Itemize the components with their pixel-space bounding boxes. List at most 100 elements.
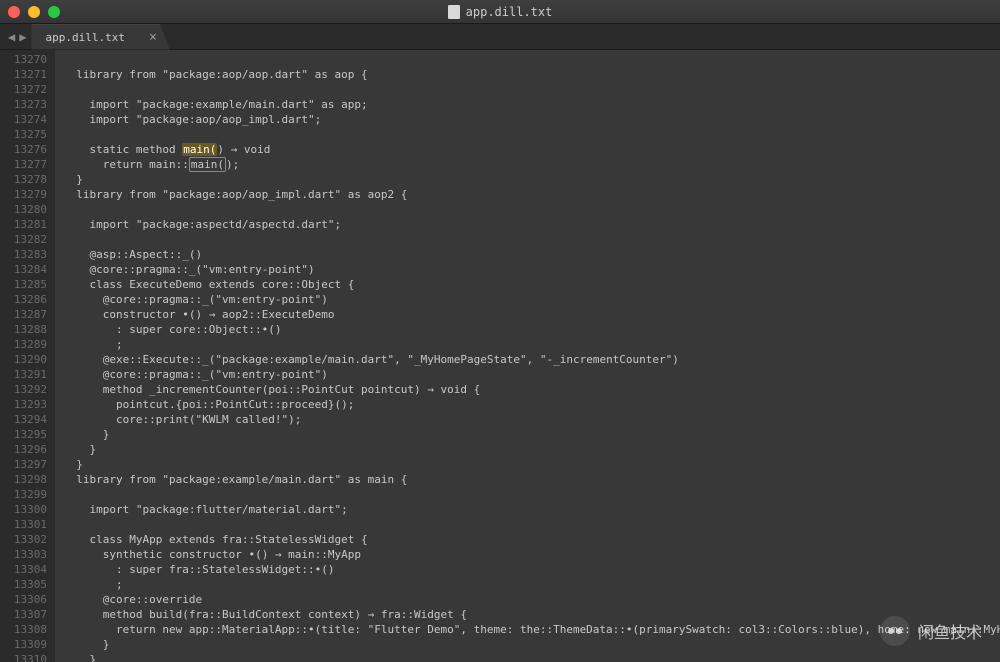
- code-line[interactable]: constructor •() → aop2::ExecuteDemo: [63, 307, 1000, 322]
- editor-viewport[interactable]: 1327013271132721327313274132751327613277…: [0, 50, 1000, 662]
- line-number: 13284: [0, 262, 47, 277]
- line-number: 13309: [0, 637, 47, 652]
- code-line[interactable]: }: [63, 172, 1000, 187]
- line-number: 13301: [0, 517, 47, 532]
- search-match: main(: [189, 157, 226, 172]
- line-number: 13299: [0, 487, 47, 502]
- line-number: 13307: [0, 607, 47, 622]
- code-area[interactable]: library from "package:aop/aop.dart" as a…: [55, 50, 1000, 662]
- code-line[interactable]: static method main() → void: [63, 142, 1000, 157]
- line-number: 13304: [0, 562, 47, 577]
- code-line[interactable]: }: [63, 442, 1000, 457]
- code-line[interactable]: }: [63, 427, 1000, 442]
- line-number: 13282: [0, 232, 47, 247]
- line-number: 13277: [0, 157, 47, 172]
- line-number: 13275: [0, 127, 47, 142]
- code-line[interactable]: [63, 52, 1000, 67]
- line-number: 13272: [0, 82, 47, 97]
- tab-bar: ◀ ▶ app.dill.txt ×: [0, 24, 1000, 50]
- code-line[interactable]: library from "package:aop/aop_impl.dart"…: [63, 187, 1000, 202]
- tab-label: app.dill.txt: [45, 31, 124, 44]
- line-number: 13292: [0, 382, 47, 397]
- window-titlebar: app.dill.txt: [0, 0, 1000, 24]
- code-line[interactable]: class ExecuteDemo extends core::Object {: [63, 277, 1000, 292]
- code-line[interactable]: @asp::Aspect::_(): [63, 247, 1000, 262]
- line-number: 13271: [0, 67, 47, 82]
- traffic-lights: [8, 6, 60, 18]
- nav-forward-button[interactable]: ▶: [19, 30, 26, 44]
- line-number: 13285: [0, 277, 47, 292]
- zoom-window-button[interactable]: [48, 6, 60, 18]
- line-number: 13306: [0, 592, 47, 607]
- code-line[interactable]: @core::pragma::_("vm:entry-point"): [63, 292, 1000, 307]
- code-line[interactable]: import "package:example/main.dart" as ap…: [63, 97, 1000, 112]
- code-line[interactable]: @exe::Execute::_("package:example/main.d…: [63, 352, 1000, 367]
- code-line[interactable]: [63, 517, 1000, 532]
- code-line[interactable]: method _incrementCounter(poi::PointCut p…: [63, 382, 1000, 397]
- code-line[interactable]: ;: [63, 577, 1000, 592]
- code-line[interactable]: [63, 202, 1000, 217]
- search-highlight: main(: [182, 143, 217, 156]
- code-line[interactable]: return new app::MaterialApp::•(title: "F…: [63, 622, 1000, 637]
- line-number: 13296: [0, 442, 47, 457]
- tab-active[interactable]: app.dill.txt ×: [31, 24, 169, 50]
- line-number: 13305: [0, 577, 47, 592]
- line-number: 13288: [0, 322, 47, 337]
- code-line[interactable]: @core::pragma::_("vm:entry-point"): [63, 262, 1000, 277]
- code-line[interactable]: }: [63, 652, 1000, 662]
- code-line[interactable]: synthetic constructor •() → main::MyApp: [63, 547, 1000, 562]
- nav-back-button[interactable]: ◀: [8, 30, 15, 44]
- code-line[interactable]: [63, 82, 1000, 97]
- line-number: 13298: [0, 472, 47, 487]
- code-line[interactable]: }: [63, 637, 1000, 652]
- code-line[interactable]: : super fra::StatelessWidget::•(): [63, 562, 1000, 577]
- line-number: 13283: [0, 247, 47, 262]
- window-title-text: app.dill.txt: [466, 5, 553, 19]
- code-line[interactable]: ;: [63, 337, 1000, 352]
- code-line[interactable]: library from "package:example/main.dart"…: [63, 472, 1000, 487]
- close-window-button[interactable]: [8, 6, 20, 18]
- line-number: 13293: [0, 397, 47, 412]
- line-number: 13274: [0, 112, 47, 127]
- line-number: 13280: [0, 202, 47, 217]
- line-number: 13310: [0, 652, 47, 662]
- code-line[interactable]: pointcut.{poi::PointCut::proceed}();: [63, 397, 1000, 412]
- code-line[interactable]: import "package:aspectd/aspectd.dart";: [63, 217, 1000, 232]
- code-line[interactable]: : super core::Object::•(): [63, 322, 1000, 337]
- line-number: 13290: [0, 352, 47, 367]
- line-number: 13281: [0, 217, 47, 232]
- code-line[interactable]: class MyApp extends fra::StatelessWidget…: [63, 532, 1000, 547]
- document-icon: [448, 5, 460, 19]
- line-number: 13308: [0, 622, 47, 637]
- code-line[interactable]: method build(fra::BuildContext context) …: [63, 607, 1000, 622]
- code-line[interactable]: import "package:flutter/material.dart";: [63, 502, 1000, 517]
- line-number: 13279: [0, 187, 47, 202]
- line-number: 13295: [0, 427, 47, 442]
- close-icon[interactable]: ×: [149, 30, 157, 45]
- code-line[interactable]: @core::override: [63, 592, 1000, 607]
- code-line[interactable]: core::print("KWLM called!");: [63, 412, 1000, 427]
- nav-arrows: ◀ ▶: [0, 30, 34, 44]
- line-number-gutter: 1327013271132721327313274132751327613277…: [0, 50, 55, 662]
- code-line[interactable]: import "package:aop/aop_impl.dart";: [63, 112, 1000, 127]
- code-line[interactable]: [63, 232, 1000, 247]
- minimize-window-button[interactable]: [28, 6, 40, 18]
- code-line[interactable]: @core::pragma::_("vm:entry-point"): [63, 367, 1000, 382]
- code-line[interactable]: [63, 127, 1000, 142]
- line-number: 13286: [0, 292, 47, 307]
- code-line[interactable]: return main::main();: [63, 157, 1000, 172]
- line-number: 13289: [0, 337, 47, 352]
- line-number: 13276: [0, 142, 47, 157]
- line-number: 13297: [0, 457, 47, 472]
- line-number: 13270: [0, 52, 47, 67]
- line-number: 13300: [0, 502, 47, 517]
- titlebar-title: app.dill.txt: [0, 5, 1000, 19]
- line-number: 13287: [0, 307, 47, 322]
- line-number: 13278: [0, 172, 47, 187]
- line-number: 13273: [0, 97, 47, 112]
- line-number: 13302: [0, 532, 47, 547]
- code-line[interactable]: }: [63, 457, 1000, 472]
- code-line[interactable]: [63, 487, 1000, 502]
- line-number: 13294: [0, 412, 47, 427]
- code-line[interactable]: library from "package:aop/aop.dart" as a…: [63, 67, 1000, 82]
